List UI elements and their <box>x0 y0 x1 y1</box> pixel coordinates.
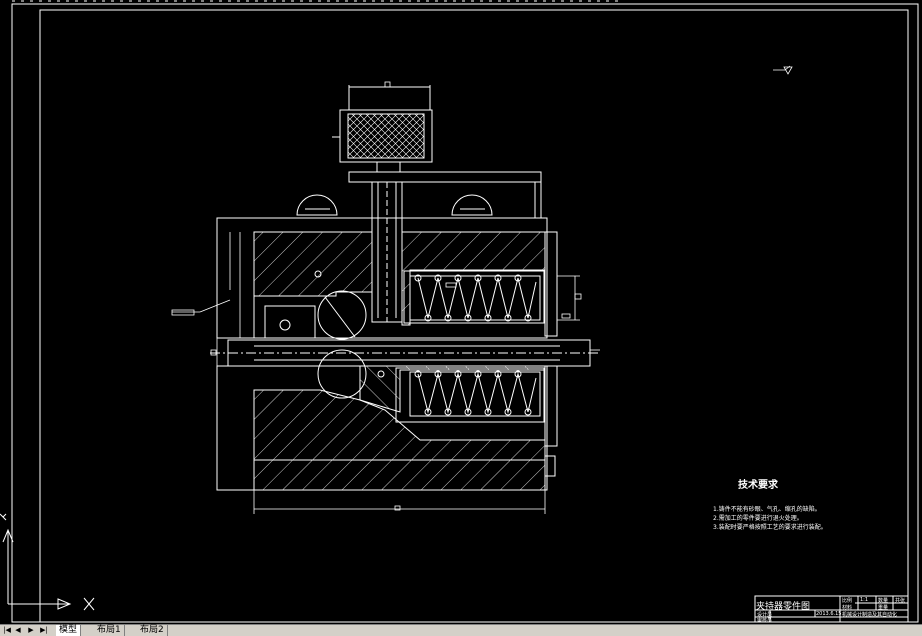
tab-nav-prev-button[interactable]: ◀ <box>13 626 23 635</box>
major-label: 机械设计制造及其自动化 <box>842 612 898 618</box>
body-lower <box>216 365 558 491</box>
tab-layout1[interactable]: 布局1 <box>94 625 125 636</box>
tb-cell-sheets: 共张 <box>895 598 906 604</box>
tb-cell-quantity: 数量 <box>878 598 889 604</box>
tab-nav-next-button[interactable]: ▶ <box>26 626 36 635</box>
drawing-viewport[interactable]: 技术要求 1.铸件不能有砂眼、气孔、缩孔的缺陷。 2.需加工的零件要进行退火处理… <box>0 0 922 624</box>
tb-cell-weight: 重量 <box>878 605 889 611</box>
tb-cell-scale-value: 1:1 <box>860 597 869 603</box>
shaft <box>371 181 403 323</box>
spring-lower <box>414 370 537 416</box>
tb-cell-material: 材料 <box>842 605 853 611</box>
tech-requirement-1: 1.铸件不能有砂眼、气孔、缩孔的缺陷。 <box>713 506 821 513</box>
tab-model[interactable]: 模型 <box>56 625 82 636</box>
design-date: 2013.6.15 <box>816 611 842 617</box>
spring-upper <box>414 274 537 322</box>
reviewer-label: 审核员 <box>757 618 773 624</box>
tech-requirements-title: 技术要求 <box>738 480 778 491</box>
ucs-icon <box>0 513 95 611</box>
top-bracket <box>296 171 542 218</box>
layout-tab-bar: |◀ ◀ ▶ ▶| 模型 布局1 布局2 <box>0 624 922 636</box>
tab-nav-last-button[interactable]: ▶| <box>39 626 49 635</box>
tab-layout2[interactable]: 布局2 <box>137 625 168 636</box>
tab-nav-first-button[interactable]: |◀ <box>2 626 12 635</box>
knob <box>332 85 433 172</box>
tech-requirement-3: 3.装配时要严格按照工艺的要求进行装配。 <box>713 524 827 531</box>
tb-cell-scale-label: 比例 <box>842 598 853 604</box>
tech-requirement-2: 2.需加工的零件要进行退火处理。 <box>713 515 803 522</box>
